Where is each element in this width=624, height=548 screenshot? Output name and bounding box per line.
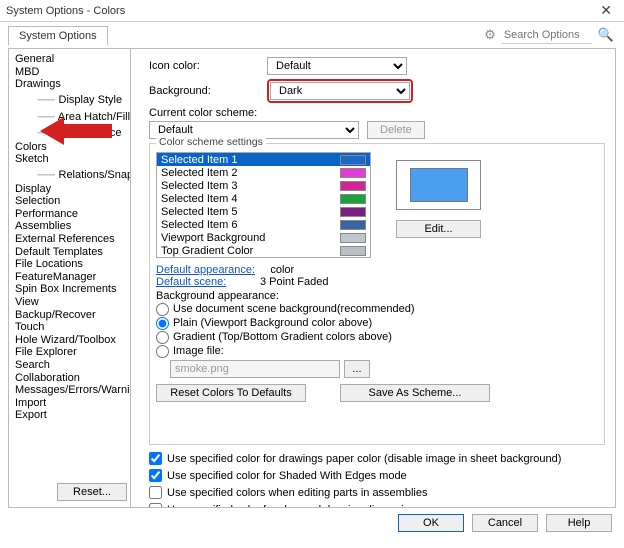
tree-item[interactable]: Performance [11,208,128,221]
highlight-annotation: Dark [267,79,413,103]
background-select[interactable]: Dark [270,82,410,100]
scheme-item[interactable]: Bottom Gradient Color [157,257,370,258]
color-scheme-list[interactable]: Selected Item 1Selected Item 2Selected I… [156,152,371,258]
bg-radio-image[interactable] [156,345,169,358]
options-tree[interactable]: GeneralMBDDrawings⸺ Display Style⸺ Area … [9,49,131,507]
tree-item[interactable]: General [11,53,128,66]
tree-item[interactable]: Sketch [11,153,128,166]
edit-button[interactable]: Edit... [396,220,481,238]
default-appearance-value: color [270,264,294,276]
scheme-item[interactable]: Selected Item 2 [157,166,370,179]
tree-item[interactable]: ⸺ Relations/Snaps [11,166,128,183]
tree-item[interactable]: ⸺ Area Hatch/Fill [11,107,128,124]
scheme-item[interactable]: Selected Item 3 [157,179,370,192]
reset-button[interactable]: Reset... [57,483,127,501]
default-appearance-link[interactable]: Default appearance: [156,264,255,276]
scheme-settings-legend: Color scheme settings [156,136,266,148]
tree-item[interactable]: Display [11,182,128,195]
bg-radio-plain-label: Plain (Viewport Background color above) [173,317,372,329]
bg-radio-plain[interactable] [156,317,169,330]
chk-paper-color[interactable] [149,452,162,465]
tree-item[interactable]: Touch [11,321,128,334]
scheme-item[interactable]: Viewport Background [157,231,370,244]
chk-paper-color-label: Use specified color for drawings paper c… [167,453,561,465]
delete-button: Delete [367,121,425,139]
tree-item[interactable]: Colors [11,141,128,154]
tree-item[interactable]: External References [11,233,128,246]
tree-item[interactable]: Export [11,409,128,422]
chk-changed-dims[interactable] [149,503,162,507]
tree-item[interactable]: Messages/Errors/Warnings [11,384,128,397]
search-input[interactable] [502,27,592,44]
scheme-item[interactable]: Selected Item 5 [157,205,370,218]
chk-changed-dims-label: Use specified color for changed drawing … [167,504,464,508]
save-scheme-button[interactable]: Save As Scheme... [340,384,490,402]
default-scene-link[interactable]: Default scene: [156,276,226,288]
tree-item[interactable]: Spin Box Increments [11,283,128,296]
tree-item[interactable]: Collaboration [11,371,128,384]
current-scheme-label: Current color scheme: [149,107,605,119]
tree-item[interactable]: Selection [11,195,128,208]
tree-item[interactable]: FeatureManager [11,271,128,284]
tree-item[interactable]: File Locations [11,258,128,271]
cancel-button[interactable]: Cancel [472,514,538,532]
tree-item[interactable]: View [11,296,128,309]
ok-button[interactable]: OK [398,514,464,532]
icon-color-label: Icon color: [149,60,259,72]
chk-edit-parts[interactable] [149,486,162,499]
tree-item[interactable]: Import [11,396,128,409]
image-file-browse[interactable]: ... [344,360,370,378]
reset-colors-button[interactable]: Reset Colors To Defaults [156,384,306,402]
bg-radio-doc[interactable] [156,303,169,316]
tree-item[interactable]: File Explorer [11,346,128,359]
default-scene-value: 3 Point Faded [260,276,329,288]
chk-edit-parts-label: Use specified colors when editing parts … [167,487,427,499]
chk-shaded-edges[interactable] [149,469,162,482]
bg-radio-doc-label: Use document scene background(recommende… [173,303,415,315]
color-preview [396,160,481,210]
chk-shaded-edges-label: Use specified color for Shaded With Edge… [167,470,407,482]
tree-item[interactable]: Backup/Recover [11,308,128,321]
tree-item[interactable]: ⸺ Display Style [11,91,128,108]
bg-radio-image-label: Image file: [173,345,224,357]
bg-appearance-label: Background appearance: [150,290,604,302]
scheme-item[interactable]: Selected Item 1 [157,153,370,166]
search-icon[interactable]: 🔍 [598,27,614,43]
scheme-item[interactable]: Top Gradient Color [157,244,370,257]
tree-item[interactable]: Assemblies [11,220,128,233]
icon-color-select[interactable]: Default [267,57,407,75]
tree-item[interactable]: ⸺ Performance [11,124,128,141]
bg-radio-gradient[interactable] [156,331,169,344]
bg-radio-gradient-label: Gradient (Top/Bottom Gradient colors abo… [173,331,392,343]
window-title: System Options - Colors [6,5,125,17]
scheme-item[interactable]: Selected Item 4 [157,192,370,205]
tree-item[interactable]: Default Templates [11,245,128,258]
tree-item[interactable]: Drawings [11,78,128,91]
tab-system-options[interactable]: System Options [8,26,108,45]
background-label: Background: [149,85,259,97]
scheme-item[interactable]: Selected Item 6 [157,218,370,231]
tree-item[interactable]: MBD [11,66,128,79]
tree-item[interactable]: Hole Wizard/Toolbox [11,333,128,346]
help-button[interactable]: Help [546,514,612,532]
tree-item[interactable]: Search [11,359,128,372]
gear-icon[interactable]: ⚙ [484,27,496,43]
image-file-input [170,360,340,378]
close-icon[interactable]: ✕ [594,2,618,19]
